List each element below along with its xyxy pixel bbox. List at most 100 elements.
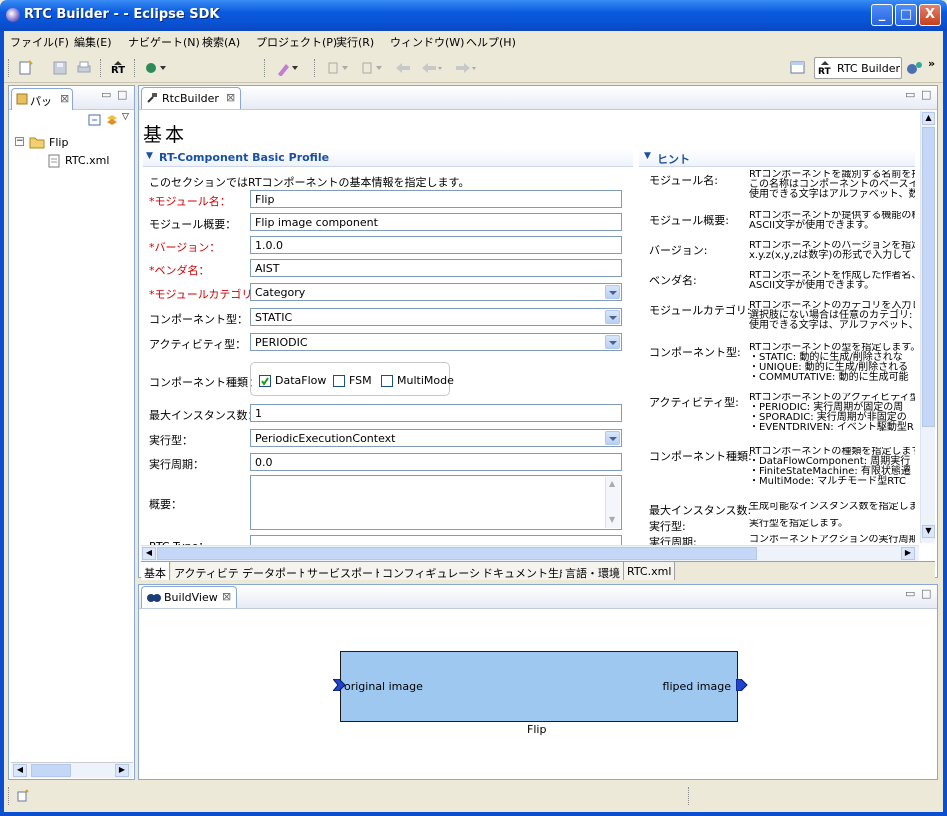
minimize-view-icon[interactable]: ▭: [101, 88, 111, 101]
max-instances-field[interactable]: 1: [250, 404, 622, 422]
prev-annotation-icon[interactable]: [360, 60, 382, 76]
editor-horizontal-scrollbar[interactable]: ◀ ▶: [141, 545, 919, 561]
save-icon[interactable]: [52, 60, 68, 76]
link-editor-icon[interactable]: [105, 113, 121, 127]
chevron-down-icon[interactable]: [605, 310, 620, 324]
vendor-field[interactable]: AIST: [250, 259, 622, 277]
maximize-view-icon[interactable]: □: [117, 88, 127, 101]
scroll-right-button[interactable]: ▶: [115, 764, 129, 777]
fsm-checkbox[interactable]: FSM: [333, 373, 381, 389]
scroll-right-button[interactable]: ▶: [901, 547, 915, 560]
menu-window[interactable]: ウィンドウ(W): [390, 34, 464, 50]
basic-profile-section-header[interactable]: ▼ RT-Component Basic Profile: [143, 149, 633, 167]
last-edit-icon[interactable]: [394, 60, 410, 76]
tab-rtcbuilder[interactable]: RtcBuilder ⊠: [141, 87, 241, 109]
minimize-editor-icon[interactable]: ▭: [905, 88, 915, 101]
maximize-button[interactable]: □: [895, 4, 917, 26]
editor-vertical-scrollbar[interactable]: ▲ ▼: [920, 111, 935, 543]
out-port-icon[interactable]: [736, 679, 748, 691]
new-icon[interactable]: [18, 60, 34, 76]
menu-navigate[interactable]: ナビゲート(N): [128, 34, 200, 50]
checkbox-checked[interactable]: [259, 375, 271, 387]
rtc-builder-perspective-button[interactable]: RT RTC Builder: [814, 57, 902, 79]
title-bar[interactable]: RTC Builder - - Eclipse SDK _ □ X: [0, 0, 947, 31]
close-button[interactable]: X: [919, 4, 941, 26]
hint-section-header[interactable]: ▼ ヒント: [639, 149, 915, 167]
page-tab-language[interactable]: 言語・環境: [562, 562, 624, 580]
module-desc-field[interactable]: Flip image component: [250, 213, 622, 231]
menu-help[interactable]: ヘルプ(H): [466, 34, 516, 50]
next-annotation-icon[interactable]: [326, 60, 348, 76]
tree-collapse-toggle[interactable]: −: [15, 137, 24, 146]
fast-view-icon[interactable]: [16, 789, 30, 803]
section-title: RT-Component Basic Profile: [159, 151, 330, 164]
activity-type-combo[interactable]: PERIODIC: [250, 333, 622, 351]
dataflow-checkbox[interactable]: DataFlow: [259, 373, 329, 389]
tree-item-flip[interactable]: Flip: [49, 136, 68, 149]
component-type-combo[interactable]: STATIC: [250, 308, 622, 326]
version-field[interactable]: 1.0.0: [250, 236, 622, 254]
menu-file[interactable]: ファイル(F): [10, 34, 69, 50]
page-tab-dataport[interactable]: データポート: [239, 562, 312, 580]
debug-icon[interactable]: [144, 60, 166, 76]
module-name-field[interactable]: Flip: [250, 190, 622, 208]
textarea-scrollbar[interactable]: ▲ ▼: [605, 477, 620, 528]
left-pane-horizontal-scrollbar[interactable]: ◀ ▶: [11, 762, 133, 778]
scroll-down-button[interactable]: ▼: [922, 525, 935, 538]
page-tab-documentation[interactable]: ドキュメント生成: [479, 562, 574, 580]
minimize-view-icon[interactable]: ▭: [905, 587, 915, 600]
category-combo[interactable]: Category: [250, 283, 622, 301]
scroll-up-button[interactable]: ▲: [922, 112, 935, 125]
tree-item-rtc-xml[interactable]: RTC.xml: [65, 154, 109, 167]
maximize-view-icon[interactable]: □: [921, 587, 931, 600]
scroll-thumb[interactable]: [31, 764, 71, 777]
view-menu-icon[interactable]: ▽: [122, 112, 129, 122]
checkbox-unchecked[interactable]: [381, 375, 393, 387]
hint-text: RTコンポーネントのアクティビティ型を: ・PERIODIC: 実行周期が固定の周…: [749, 393, 915, 433]
debug-perspective-icon[interactable]: [906, 60, 922, 76]
close-tab-icon[interactable]: ⊠: [222, 590, 231, 603]
section-toggle-icon[interactable]: ▼: [146, 151, 153, 161]
scroll-left-button[interactable]: ◀: [142, 547, 156, 560]
menu-run[interactable]: 実行(R): [336, 34, 374, 50]
scroll-thumb[interactable]: [922, 127, 935, 427]
scroll-down-icon[interactable]: ▼: [609, 515, 615, 524]
tab-buildview[interactable]: BuildView ⊠: [141, 586, 237, 608]
page-tab-basic[interactable]: 基本: [141, 562, 170, 580]
execution-rate-field[interactable]: 0.0: [250, 453, 622, 471]
summary-textarea[interactable]: ▲ ▼: [250, 475, 622, 530]
package-icon: [16, 93, 28, 105]
back-icon[interactable]: [420, 60, 442, 76]
scroll-left-button[interactable]: ◀: [13, 764, 27, 777]
chevron-down-icon[interactable]: [605, 431, 620, 445]
toolbar-overflow[interactable]: »: [928, 57, 935, 70]
checkbox-unchecked[interactable]: [333, 375, 345, 387]
menu-edit[interactable]: 編集(E): [74, 34, 112, 50]
component-kind-group: DataFlow FSM MultiMode: [250, 362, 454, 396]
print-icon[interactable]: [76, 60, 92, 76]
rtc-icon[interactable]: RT: [110, 60, 126, 76]
rtc-type-field[interactable]: [250, 535, 622, 545]
section-toggle-icon[interactable]: ▼: [644, 151, 651, 161]
multimode-checkbox[interactable]: MultiMode: [381, 373, 454, 389]
page-tab-serviceport[interactable]: サービスポート: [304, 562, 388, 580]
chevron-down-icon[interactable]: [605, 285, 620, 299]
collapse-all-icon[interactable]: [87, 113, 103, 127]
scroll-thumb[interactable]: [157, 547, 757, 560]
menu-project[interactable]: プロジェクト(P): [256, 34, 337, 50]
minimize-button[interactable]: _: [871, 4, 893, 26]
menu-search[interactable]: 検索(A): [202, 34, 240, 50]
maximize-editor-icon[interactable]: □: [921, 88, 931, 101]
open-perspective-icon[interactable]: [790, 60, 806, 76]
close-tab-icon[interactable]: ⊠: [226, 91, 235, 104]
tab-package-explorer[interactable]: パッ ⊠: [11, 88, 73, 110]
page-tab-rtcxml[interactable]: RTC.xml: [624, 562, 676, 580]
forward-icon[interactable]: [454, 60, 476, 76]
component-block[interactable]: original image fliped image: [333, 651, 748, 722]
scroll-up-icon[interactable]: ▲: [609, 479, 615, 488]
toolbar-separator: [134, 59, 136, 77]
pen-icon[interactable]: [276, 60, 298, 77]
execution-type-combo[interactable]: PeriodicExecutionContext: [250, 429, 622, 447]
close-tab-icon[interactable]: ⊠: [60, 92, 69, 105]
chevron-down-icon[interactable]: [605, 335, 620, 349]
